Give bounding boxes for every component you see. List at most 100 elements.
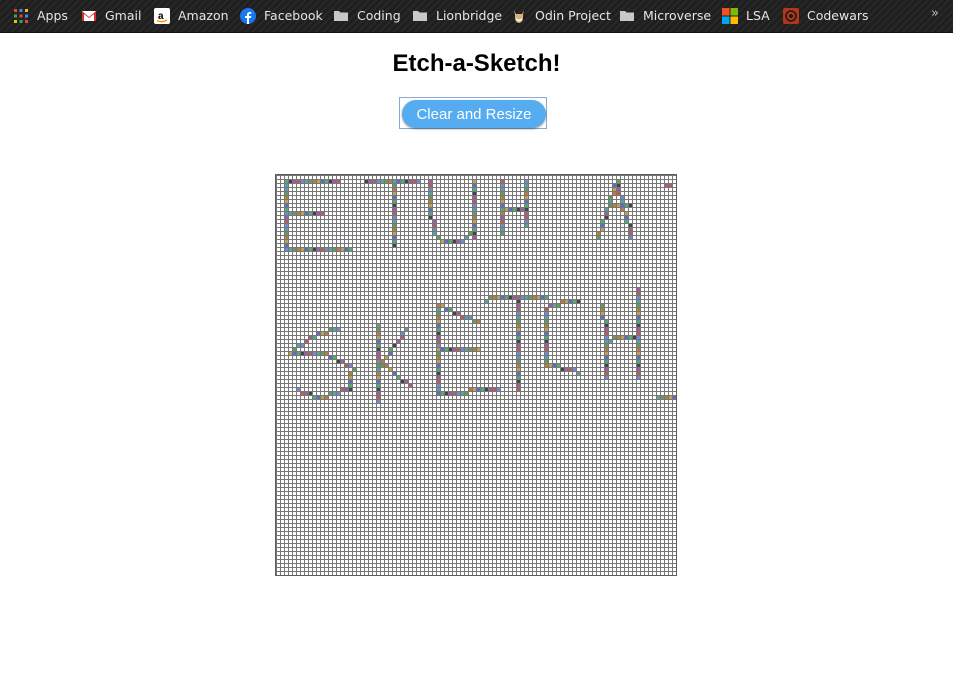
sketch-cell	[437, 304, 440, 307]
sketch-cell	[601, 308, 604, 311]
sketch-cell	[545, 328, 548, 331]
sketch-cell	[437, 316, 440, 319]
sketch-cell	[521, 296, 524, 299]
sketch-cell	[317, 396, 320, 399]
sketch-cell	[605, 348, 608, 351]
bookmark-label: LSA	[746, 8, 770, 23]
sketch-cell	[393, 232, 396, 235]
bookmark-odin-project[interactable]: Odin Project	[511, 5, 611, 27]
sketch-cell	[333, 356, 336, 359]
sketch-cell	[321, 332, 324, 335]
sketch-cell	[509, 296, 512, 299]
sketch-cell	[661, 396, 664, 399]
sketch-cell	[545, 344, 548, 347]
sketch-cell	[601, 224, 604, 227]
bookmark-coding[interactable]: Coding	[333, 5, 401, 27]
sketch-cell	[637, 324, 640, 327]
bookmark-codewars[interactable]: Codewars	[783, 5, 869, 27]
sketch-cell	[377, 368, 380, 371]
apps-grid-icon	[13, 8, 29, 24]
bookmark-lionbridge[interactable]: Lionbridge	[412, 5, 502, 27]
sketch-cell	[517, 384, 520, 387]
sketch-cell	[545, 360, 548, 363]
bookmark-facebook[interactable]: Facebook	[240, 5, 323, 27]
sketch-cell	[437, 380, 440, 383]
sketch-cell	[517, 340, 520, 343]
sketch-cell	[377, 388, 380, 391]
sketch-cell	[393, 192, 396, 195]
sketch-cell	[437, 236, 440, 239]
sketch-cell	[441, 240, 444, 243]
sketch-cell	[377, 396, 380, 399]
sketch-cell	[293, 212, 296, 215]
sketch-cell	[469, 348, 472, 351]
sketch-cell	[301, 180, 304, 183]
bookmark-label: Amazon	[178, 8, 229, 23]
bookmark-gmail[interactable]: Gmail	[81, 5, 141, 27]
bookmarks-bar: Apps Gmail a Amazon Facebook Coding Lion…	[0, 0, 953, 33]
sketch-cell	[349, 372, 352, 375]
sketch-cell	[605, 360, 608, 363]
sketch-cell	[517, 308, 520, 311]
sketch-cell	[437, 360, 440, 363]
bookmark-apps[interactable]: Apps	[13, 5, 68, 27]
sketch-cell	[297, 344, 300, 347]
sketch-cell	[349, 248, 352, 251]
sketch-cell	[353, 368, 356, 371]
sketch-cell	[321, 352, 324, 355]
sketch-cell	[501, 192, 504, 195]
gmail-icon	[81, 8, 97, 24]
sketch-cell	[413, 180, 416, 183]
sketch-cell	[437, 364, 440, 367]
sketch-cell	[309, 392, 312, 395]
sketch-cell	[673, 396, 676, 399]
sketch-cell	[449, 308, 452, 311]
clear-and-resize-button[interactable]: Clear and Resize	[402, 100, 546, 128]
sketch-cell	[501, 196, 504, 199]
sketch-cell	[557, 304, 560, 307]
sketch-cell	[417, 180, 420, 183]
sketch-cell	[501, 228, 504, 231]
bookmark-microverse[interactable]: Microverse	[619, 5, 711, 27]
sketch-cell	[489, 296, 492, 299]
sketch-cell	[473, 188, 476, 191]
facebook-icon	[240, 8, 256, 24]
sketch-grid[interactable]	[275, 174, 677, 576]
sketch-cell	[613, 192, 616, 195]
sketch-cell	[341, 388, 344, 391]
sketch-cell	[465, 392, 468, 395]
sketch-cell	[285, 184, 288, 187]
sketch-cell	[605, 320, 608, 323]
sketch-cell	[637, 360, 640, 363]
sketch-cell	[397, 180, 400, 183]
sketch-cell	[437, 340, 440, 343]
sketch-cell	[477, 320, 480, 323]
codewars-icon	[783, 8, 799, 24]
sketch-cell	[549, 304, 552, 307]
sketch-cell	[525, 224, 528, 227]
sketch-cell	[541, 296, 544, 299]
sketch-cell	[637, 348, 640, 351]
sketch-cell	[545, 340, 548, 343]
sketch-cell	[325, 332, 328, 335]
sketch-cell	[561, 300, 564, 303]
sketch-cell	[621, 208, 624, 211]
sketch-cell	[525, 212, 528, 215]
sketch-cell	[393, 204, 396, 207]
sketch-cell	[449, 392, 452, 395]
sketch-cell	[597, 236, 600, 239]
bookmarks-overflow-chevron-icon[interactable]: »	[931, 6, 939, 21]
bookmark-amazon[interactable]: a Amazon	[154, 5, 229, 27]
bookmark-lsa[interactable]: LSA	[722, 5, 770, 27]
sketch-cell	[405, 328, 408, 331]
sketch-cell	[637, 368, 640, 371]
sketch-cell	[341, 360, 344, 363]
sketch-cell	[409, 384, 412, 387]
sketch-cell	[457, 348, 460, 351]
sketch-cell	[289, 212, 292, 215]
sketch-cell	[309, 248, 312, 251]
sketch-cell	[501, 232, 504, 235]
sketch-cell	[577, 300, 580, 303]
sketch-cell	[297, 248, 300, 251]
sketch-cell	[429, 196, 432, 199]
